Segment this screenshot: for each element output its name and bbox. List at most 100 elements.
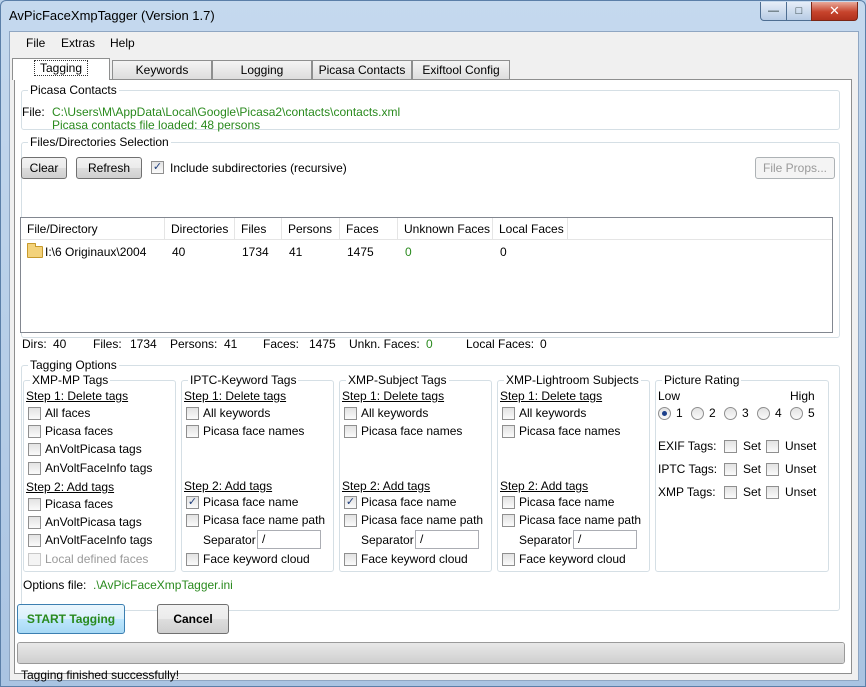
cancel-button[interactable]: Cancel — [157, 604, 229, 634]
xmp-subject-step2: Step 2: Add tags — [342, 479, 431, 493]
summary-dirs: 40 — [53, 337, 67, 351]
xmp-unset-checkbox[interactable] — [766, 486, 779, 499]
rating-radio-4[interactable] — [757, 407, 770, 420]
picasa-contacts-group: Picasa Contacts File: C:\Users\M\AppData… — [21, 83, 840, 132]
tagging-options-group: Tagging Options XMP-MP Tags Step 1: Dele… — [21, 358, 840, 611]
menu-extras[interactable]: Extras — [61, 36, 95, 50]
xmp-subject-keyword-cloud-checkbox[interactable] — [344, 553, 357, 566]
xmp-subject-keyword-cloud-label: Face keyword cloud — [361, 552, 468, 566]
xmp-mp-group: XMP-MP Tags Step 1: Delete tags All face… — [23, 373, 176, 572]
refresh-button[interactable]: Refresh — [76, 157, 142, 179]
progress-bar — [17, 642, 845, 664]
rating-radio-1[interactable] — [658, 407, 671, 420]
iptc-set-checkbox[interactable] — [724, 463, 737, 476]
directory-list[interactable]: File/Directory Directories Files Persons… — [20, 217, 833, 333]
xmp-lightroom-keyword-cloud-checkbox[interactable] — [502, 553, 515, 566]
rating-radio-5[interactable] — [790, 407, 803, 420]
xmp-mp-anvoltpicasa-checkbox[interactable] — [28, 443, 41, 456]
col-files[interactable]: Files — [235, 218, 282, 240]
iptc-tags-label: IPTC Tags: — [658, 462, 718, 476]
xmp-mp-add-anvoltpicasa-checkbox[interactable] — [28, 516, 41, 529]
xmp-lightroom-add-face-name-path-checkbox[interactable] — [502, 514, 515, 527]
title-bar[interactable]: AvPicFaceXmpTagger (Version 1.7) — □ ✕ — [1, 1, 865, 31]
row-files: 1734 — [242, 245, 269, 259]
include-subdirs-checkbox[interactable]: ✓ — [151, 161, 164, 174]
xmp-mp-picasa-faces-label: Picasa faces — [45, 424, 114, 438]
iptc-all-keywords-checkbox[interactable] — [186, 407, 199, 420]
close-button[interactable]: ✕ — [811, 2, 858, 21]
picasa-contacts-legend: Picasa Contacts — [28, 83, 119, 97]
exif-set-checkbox[interactable] — [724, 440, 737, 453]
col-directories[interactable]: Directories — [165, 218, 235, 240]
minimize-button[interactable]: — — [760, 2, 787, 21]
iptc-add-face-name-checkbox[interactable]: ✓ — [186, 496, 199, 509]
tab-tagging[interactable]: Tagging — [12, 58, 110, 80]
rating-label-4: 4 — [775, 406, 782, 420]
file-label: File: — [22, 105, 45, 119]
iptc-add-face-name-path-label: Picasa face name path — [203, 513, 326, 527]
summary-faces-label: Faces: — [263, 337, 300, 351]
xmp-mp-add-anvoltpicasa-label: AnVoltPicasa tags — [45, 515, 142, 529]
file-props-button[interactable]: File Props... — [755, 157, 835, 179]
files-selection-legend: Files/Directories Selection — [28, 135, 171, 149]
xmp-mp-add-anvoltfaceinfo-checkbox[interactable] — [28, 534, 41, 547]
row-unknown-faces: 0 — [405, 245, 412, 259]
col-local-faces[interactable]: Local Faces — [493, 218, 568, 240]
xmp-mp-picasa-faces-checkbox[interactable] — [28, 425, 41, 438]
tab-picasa-contacts[interactable]: Picasa Contacts — [312, 60, 412, 80]
col-persons[interactable]: Persons — [282, 218, 340, 240]
maximize-button[interactable]: □ — [786, 2, 812, 21]
xmp-mp-add-picasa-faces-checkbox[interactable] — [28, 498, 41, 511]
xmp-mp-anvoltfaceinfo-checkbox[interactable] — [28, 462, 41, 475]
xmp-lightroom-face-names-checkbox[interactable] — [502, 425, 515, 438]
xmp-lightroom-group: XMP-Lightroom Subjects Step 1: Delete ta… — [497, 373, 650, 572]
iptc-add-face-name-path-checkbox[interactable] — [186, 514, 199, 527]
rating-label-3: 3 — [742, 406, 749, 420]
iptc-unset-checkbox[interactable] — [766, 463, 779, 476]
row-persons: 41 — [289, 245, 303, 259]
xmp-set-checkbox[interactable] — [724, 486, 737, 499]
xmp-lightroom-all-keywords-label: All keywords — [519, 406, 587, 420]
rating-low-label: Low — [658, 389, 681, 403]
rating-radio-2[interactable] — [691, 407, 704, 420]
xmp-subject-group: XMP-Subject Tags Step 1: Delete tags All… — [339, 373, 492, 572]
col-faces[interactable]: Faces — [340, 218, 398, 240]
xmp-subject-add-face-name-checkbox[interactable]: ✓ — [344, 496, 357, 509]
tab-exiftool-config[interactable]: Exiftool Config — [412, 60, 510, 80]
xmp-lightroom-face-names-label: Picasa face names — [519, 424, 621, 438]
xmp-lightroom-all-keywords-checkbox[interactable] — [502, 407, 515, 420]
xmp-mp-local-faces-checkbox[interactable] — [28, 553, 41, 566]
xmp-lightroom-step1: Step 1: Delete tags — [500, 389, 603, 403]
xmp-mp-anvoltfaceinfo-label: AnVoltFaceInfo tags — [45, 461, 153, 475]
col-unknown-faces[interactable]: Unknown Faces — [398, 218, 493, 240]
summary-local: 0 — [540, 337, 547, 351]
rating-radio-3[interactable] — [724, 407, 737, 420]
xmp-subject-face-names-checkbox[interactable] — [344, 425, 357, 438]
xmp-subject-separator-input[interactable]: / — [415, 530, 479, 549]
summary-dirs-label: Dirs: — [22, 337, 47, 351]
xmp-subject-all-keywords-checkbox[interactable] — [344, 407, 357, 420]
xmp-mp-all-faces-checkbox[interactable] — [28, 407, 41, 420]
iptc-face-names-checkbox[interactable] — [186, 425, 199, 438]
exif-unset-checkbox[interactable] — [766, 440, 779, 453]
menu-file[interactable]: File — [26, 36, 45, 50]
col-file-directory[interactable]: File/Directory — [21, 218, 165, 240]
tab-keywords[interactable]: Keywords — [112, 60, 212, 80]
start-tagging-button[interactable]: START Tagging — [17, 604, 125, 634]
tab-strip: Tagging Keywords Logging Picasa Contacts… — [10, 58, 858, 80]
tagging-panel: Picasa Contacts File: C:\Users\M\AppData… — [14, 79, 852, 682]
xmp-lightroom-add-face-name-path-label: Picasa face name path — [519, 513, 642, 527]
minimize-icon: — — [768, 5, 779, 17]
clear-button[interactable]: Clear — [21, 157, 67, 179]
xmp-subject-face-names-label: Picasa face names — [361, 424, 463, 438]
xmp-lightroom-add-face-name-checkbox[interactable] — [502, 496, 515, 509]
iptc-separator-input[interactable]: / — [257, 530, 321, 549]
xmp-subject-add-face-name-path-checkbox[interactable] — [344, 514, 357, 527]
iptc-keyword-cloud-checkbox[interactable] — [186, 553, 199, 566]
contacts-file-path: C:\Users\M\AppData\Local\Google\Picasa2\… — [52, 105, 401, 119]
menu-help[interactable]: Help — [110, 36, 135, 50]
tab-logging[interactable]: Logging — [212, 60, 312, 80]
include-subdirs-label: Include subdirectories (recursive) — [170, 161, 347, 175]
xmp-lightroom-separator-input[interactable]: / — [573, 530, 637, 549]
summary-files: 1734 — [130, 337, 157, 351]
